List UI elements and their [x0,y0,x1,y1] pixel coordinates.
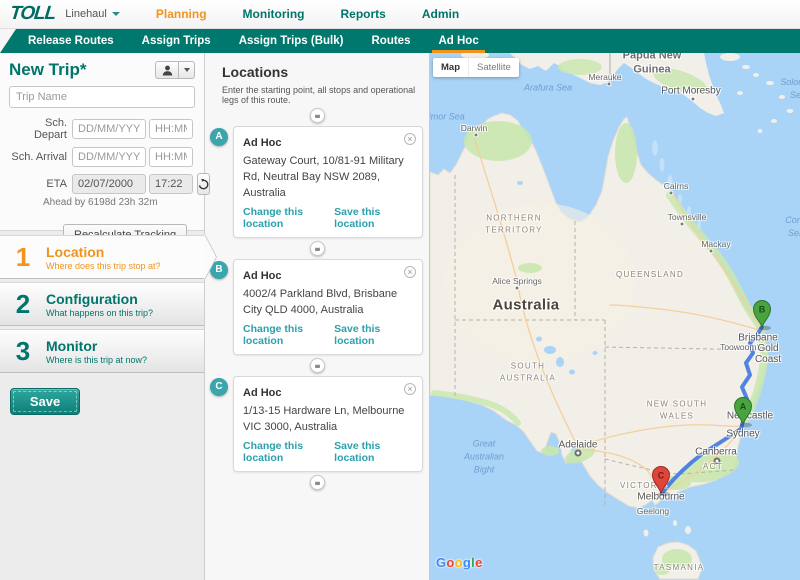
stop-c: C Ad Hoc 1/13-15 Hardware Ln, Melbourne … [233,376,423,472]
stop-address: Gateway Court, 10/81-91 Military Rd, Neu… [243,154,413,202]
step-title: Location [46,244,161,260]
map-marker-b[interactable]: B [754,301,772,331]
chevron-down-icon [184,68,190,72]
trip-form: New Trip* Sch. Dep [0,53,204,231]
map-markers-layer: A B C [430,53,800,580]
map-type-control: Map Satellite [433,58,519,77]
nav-monitoring[interactable]: Monitoring [225,7,323,21]
close-icon[interactable] [404,266,416,278]
svg-text:C: C [658,471,665,481]
step-subtitle: Where is this trip at now? [46,355,147,365]
depart-time-input[interactable] [149,119,193,139]
user-icon-button[interactable] [155,61,179,79]
step-monitor[interactable]: 3 Monitor Where is this trip at now? [0,329,204,373]
step-number: 3 [0,336,46,367]
save-button[interactable]: Save [10,388,80,415]
save-location-link[interactable]: Save this location [334,440,413,464]
nav-admin[interactable]: Admin [404,7,477,21]
step-subtitle: Where does this trip stop at? [46,261,161,271]
save-location-link[interactable]: Save this location [334,323,413,347]
map-type-satellite-button[interactable]: Satellite [468,58,519,77]
subnav-release-routes[interactable]: Release Routes [14,29,128,53]
context-dropdown[interactable]: Linehaul [65,8,120,20]
map-panel[interactable]: Papua New GuineaMeraukePort MoresbyArafu… [430,53,800,580]
eta-ahead-text: Ahead by 6198d 23h 32m [43,197,195,208]
stop-address: 4002/4 Parkland Blvd, Brisbane City QLD … [243,287,413,319]
stop-b: B Ad Hoc 4002/4 Parkland Blvd, Brisbane … [233,259,423,355]
refresh-eta-button[interactable] [197,173,210,195]
save-location-link[interactable]: Save this location [334,206,413,230]
subnav-ad-hoc[interactable]: Ad Hoc [424,29,492,53]
stop-card: Ad Hoc 4002/4 Parkland Blvd, Brisbane Ci… [233,259,423,355]
user-dropdown-button[interactable] [179,61,195,79]
locations-subtitle: Enter the starting point, all stops and … [222,85,425,105]
subnav-routes[interactable]: Routes [357,29,424,53]
step-title: Configuration [46,291,153,307]
depart-label: Sch. Depart [9,117,67,141]
svg-text:B: B [759,305,766,315]
insert-stop-button[interactable] [310,475,325,490]
locations-title: Locations [222,64,429,80]
sub-nav: Release Routes Assign Trips Assign Trips… [0,29,800,53]
map-marker-c[interactable]: C [653,467,671,497]
eta-label: ETA [9,178,67,190]
close-icon[interactable] [404,133,416,145]
nav-planning[interactable]: Planning [138,7,225,21]
step-number: 2 [0,289,46,320]
toll-logo: TOLL [9,3,57,25]
stop-title: Ad Hoc [243,137,282,149]
change-location-link[interactable]: Change this location [243,323,334,347]
map-marker-a[interactable]: A [735,398,753,428]
close-icon[interactable] [404,383,416,395]
subnav-assign-trips[interactable]: Assign Trips [128,29,225,53]
arrival-time-input[interactable] [149,147,193,167]
step-title: Monitor [46,338,147,354]
insert-stop-button[interactable] [310,241,325,256]
insert-stop-button[interactable] [310,108,325,123]
nav-reports[interactable]: Reports [323,7,404,21]
chevron-down-icon [112,12,120,16]
content-area: New Trip* Sch. Dep [0,53,800,580]
trip-name-input[interactable] [9,86,195,108]
stop-address: 1/13-15 Hardware Ln, Melbourne VIC 3000,… [243,404,413,436]
change-location-link[interactable]: Change this location [243,206,334,230]
top-bar: TOLL Linehaul Planning Monitoring Report… [0,0,800,29]
stop-a: A Ad Hoc Gateway Court, 10/81-91 Militar… [233,126,423,238]
step-number: 1 [0,242,46,273]
step-subtitle: What happens on this trip? [46,308,153,318]
stop-title: Ad Hoc [243,270,282,282]
insert-stop-button[interactable] [310,358,325,373]
page-title: New Trip* [9,60,86,80]
stop-title: Ad Hoc [243,387,282,399]
assign-user-split-button [155,61,195,79]
eta-time-input[interactable] [149,174,193,194]
trip-panel: New Trip* Sch. Dep [0,53,205,580]
arrival-date-input[interactable] [72,147,146,167]
refresh-icon [198,179,209,190]
change-location-link[interactable]: Change this location [243,440,334,464]
google-attribution-logo: Google [436,555,483,570]
svg-text:A: A [740,402,747,412]
map-type-map-button[interactable]: Map [433,58,468,77]
step-location[interactable]: 1 Location Where does this trip stop at? [0,235,204,279]
stop-badge: A [210,128,228,146]
context-label: Linehaul [65,8,107,20]
depart-date-input[interactable] [72,119,146,139]
subnav-assign-trips-bulk[interactable]: Assign Trips (Bulk) [225,29,358,53]
stop-card: Ad Hoc 1/13-15 Hardware Ln, Melbourne VI… [233,376,423,472]
stop-card: Ad Hoc Gateway Court, 10/81-91 Military … [233,126,423,238]
app-window: TOLL Linehaul Planning Monitoring Report… [0,0,800,580]
main-nav: Planning Monitoring Reports Admin [138,0,477,28]
eta-date-input[interactable] [72,174,146,194]
locations-panel: Locations Enter the starting point, all … [205,53,430,580]
stop-badge: C [210,378,228,396]
arrival-label: Sch. Arrival [9,151,67,163]
step-configuration[interactable]: 2 Configuration What happens on this tri… [0,282,204,326]
trip-steps: 1 Location Where does this trip stop at?… [0,235,204,373]
user-icon [162,65,173,76]
